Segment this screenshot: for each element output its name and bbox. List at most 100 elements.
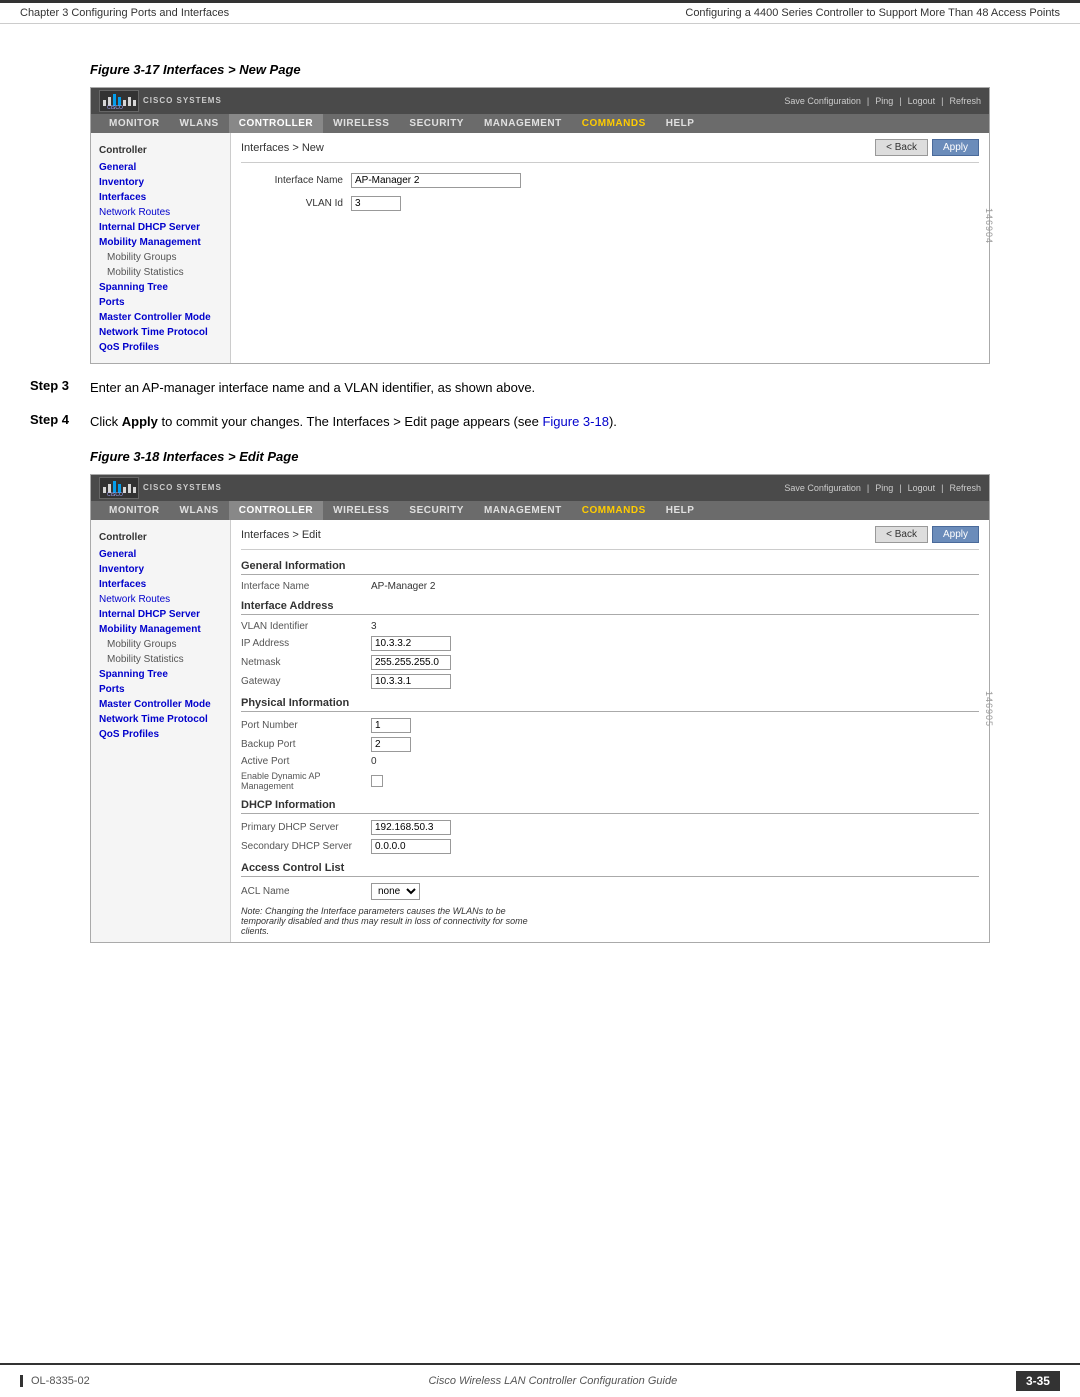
- acl-name-label: ACL Name: [241, 886, 371, 897]
- sidebar-new-mobility-stats[interactable]: Mobility Statistics: [91, 265, 230, 280]
- nav-wlans-edit[interactable]: WLANs: [170, 501, 229, 520]
- chapter-left: Chapter 3 Configuring Ports and Interfac…: [20, 7, 229, 19]
- figure-17-panel: CISCO CISCO SYSTEMS Save Configuration |…: [90, 87, 990, 364]
- nav-wireless-new[interactable]: WIRELESS: [323, 114, 399, 133]
- ping-link-edit[interactable]: Ping: [875, 483, 893, 493]
- sidebar-edit-mobility-groups[interactable]: Mobility Groups: [91, 637, 230, 652]
- primary-dhcp-input[interactable]: [371, 820, 451, 835]
- sidebar-new-inventory[interactable]: Inventory: [91, 175, 230, 190]
- apply-btn-edit[interactable]: Apply: [932, 526, 979, 543]
- svg-text:CISCO: CISCO: [107, 105, 123, 110]
- refresh-link[interactable]: Refresh: [949, 96, 981, 106]
- topbar-right-edit: Save Configuration | Ping | Logout | Ref…: [784, 483, 981, 493]
- sidebar-new-spanning[interactable]: Spanning Tree: [91, 280, 230, 295]
- nav-wireless-edit[interactable]: WIRELESS: [323, 501, 399, 520]
- section-general-info: General Information: [241, 560, 979, 575]
- breadcrumb-edit: Interfaces > Edit: [241, 529, 321, 541]
- logout-link-edit[interactable]: Logout: [908, 483, 936, 493]
- field-netmask: Netmask: [241, 655, 979, 670]
- chapter-header: Chapter 3 Configuring Ports and Interfac…: [0, 0, 1080, 24]
- sidebar-new-master[interactable]: Master Controller Mode: [91, 310, 230, 325]
- svg-text:CISCO: CISCO: [107, 492, 123, 497]
- nav-management-edit[interactable]: MANAGEMENT: [474, 501, 572, 520]
- sidebar-edit-ports[interactable]: Ports: [91, 682, 230, 697]
- sidebar-edit-general[interactable]: General: [91, 547, 230, 562]
- sidebar-edit-title: Controller: [91, 528, 230, 547]
- nav-security-new[interactable]: SECURITY: [399, 114, 474, 133]
- cisco-logo-img-edit: CISCO: [99, 477, 139, 499]
- save-config-link[interactable]: Save Configuration: [784, 96, 861, 106]
- port-number-label: Port Number: [241, 720, 371, 731]
- sidebar-edit-network-routes[interactable]: Network Routes: [91, 592, 230, 607]
- sidebar-edit: Controller General Inventory Interfaces …: [91, 520, 231, 942]
- sidebar-new-dhcp[interactable]: Internal DHCP Server: [91, 220, 230, 235]
- save-config-link-edit[interactable]: Save Configuration: [784, 483, 861, 493]
- cisco-logo-text1: CISCO SYSTEMS: [143, 97, 222, 106]
- secondary-dhcp-input[interactable]: [371, 839, 451, 854]
- sidebar-new-interfaces[interactable]: Interfaces: [91, 190, 230, 205]
- sidebar-edit-mobility-stats[interactable]: Mobility Statistics: [91, 652, 230, 667]
- nav-menu-new: MONITOR WLANs CONTROLLER WIRELESS SECURI…: [91, 114, 989, 133]
- nav-security-edit[interactable]: SECURITY: [399, 501, 474, 520]
- sidebar-edit-dhcp[interactable]: Internal DHCP Server: [91, 607, 230, 622]
- sidebar-new-general[interactable]: General: [91, 160, 230, 175]
- sidebar-edit-ntp[interactable]: Network Time Protocol: [91, 712, 230, 727]
- refresh-link-edit[interactable]: Refresh: [949, 483, 981, 493]
- nav-commands-edit[interactable]: COMMANDS: [572, 501, 656, 520]
- field-backup-port: Backup Port: [241, 737, 979, 752]
- content-area: Figure 3-17 Interfaces > New Page: [0, 24, 1080, 1363]
- nav-monitor-new[interactable]: MONITOR: [99, 114, 170, 133]
- nav-menu-edit: MONITOR WLANs CONTROLLER WIRELESS SECURI…: [91, 501, 989, 520]
- nav-help-edit[interactable]: HELP: [656, 501, 705, 520]
- sidebar-edit-mobility[interactable]: Mobility Management: [91, 622, 230, 637]
- sidebar-edit-spanning[interactable]: Spanning Tree: [91, 667, 230, 682]
- sidebar-edit-inventory[interactable]: Inventory: [91, 562, 230, 577]
- field-row-interface-name: Interface Name AP-Manager 2: [241, 581, 979, 592]
- edit-note: Note: Changing the Interface parameters …: [241, 906, 541, 936]
- pipe2-edit: |: [899, 483, 901, 493]
- gateway-input[interactable]: [371, 674, 451, 689]
- acl-name-select[interactable]: none: [371, 883, 420, 900]
- footer-page-number: 3-35: [1016, 1371, 1060, 1391]
- ip-address-input[interactable]: [371, 636, 451, 651]
- field-ip-address: IP Address: [241, 636, 979, 651]
- section-physical-info: Physical Information: [241, 697, 979, 712]
- footer-ol: OL-8335-02: [20, 1375, 90, 1387]
- nav-wlans-new[interactable]: WLANs: [170, 114, 229, 133]
- back-btn-edit[interactable]: < Back: [875, 526, 928, 543]
- apply-btn-new[interactable]: Apply: [932, 139, 979, 156]
- sidebar-new-title: Controller: [91, 141, 230, 160]
- dynamic-ap-checkbox[interactable]: [371, 775, 383, 787]
- port-number-input[interactable]: [371, 718, 411, 733]
- sidebar-new-mobility-groups[interactable]: Mobility Groups: [91, 250, 230, 265]
- sidebar-edit-master[interactable]: Master Controller Mode: [91, 697, 230, 712]
- nav-commands-new[interactable]: COMMANDS: [572, 114, 656, 133]
- netmask-input[interactable]: [371, 655, 451, 670]
- nav-management-new[interactable]: MANAGEMENT: [474, 114, 572, 133]
- nav-controller-new[interactable]: CONTROLLER: [229, 114, 323, 133]
- step-3-label: Step 3: [30, 378, 90, 398]
- nav-help-new[interactable]: HELP: [656, 114, 705, 133]
- sidebar-edit-qos[interactable]: QoS Profiles: [91, 727, 230, 742]
- field-primary-dhcp: Primary DHCP Server: [241, 820, 979, 835]
- logout-link[interactable]: Logout: [908, 96, 936, 106]
- backup-port-input[interactable]: [371, 737, 411, 752]
- page-footer: OL-8335-02 Cisco Wireless LAN Controller…: [0, 1363, 1080, 1397]
- primary-dhcp-label: Primary DHCP Server: [241, 822, 371, 833]
- step-4-text: Click Apply to commit your changes. The …: [90, 412, 1050, 432]
- vlan-id-input[interactable]: [351, 196, 401, 211]
- sidebar-new-qos[interactable]: QoS Profiles: [91, 340, 230, 355]
- interface-name-input[interactable]: [351, 173, 521, 188]
- step-3-text: Enter an AP-manager interface name and a…: [90, 378, 1050, 398]
- buttons-new: < Back Apply: [875, 139, 979, 156]
- nav-controller-edit[interactable]: CONTROLLER: [229, 501, 323, 520]
- sidebar-new-mobility[interactable]: Mobility Management: [91, 235, 230, 250]
- sidebar-new-ntp[interactable]: Network Time Protocol: [91, 325, 230, 340]
- sidebar-new-network-routes[interactable]: Network Routes: [91, 205, 230, 220]
- sidebar-edit-interfaces[interactable]: Interfaces: [91, 577, 230, 592]
- sidebar-new-ports[interactable]: Ports: [91, 295, 230, 310]
- back-btn-new[interactable]: < Back: [875, 139, 928, 156]
- nav-monitor-edit[interactable]: MONITOR: [99, 501, 170, 520]
- figure-18-link[interactable]: Figure 3-18: [542, 414, 608, 429]
- ping-link[interactable]: Ping: [875, 96, 893, 106]
